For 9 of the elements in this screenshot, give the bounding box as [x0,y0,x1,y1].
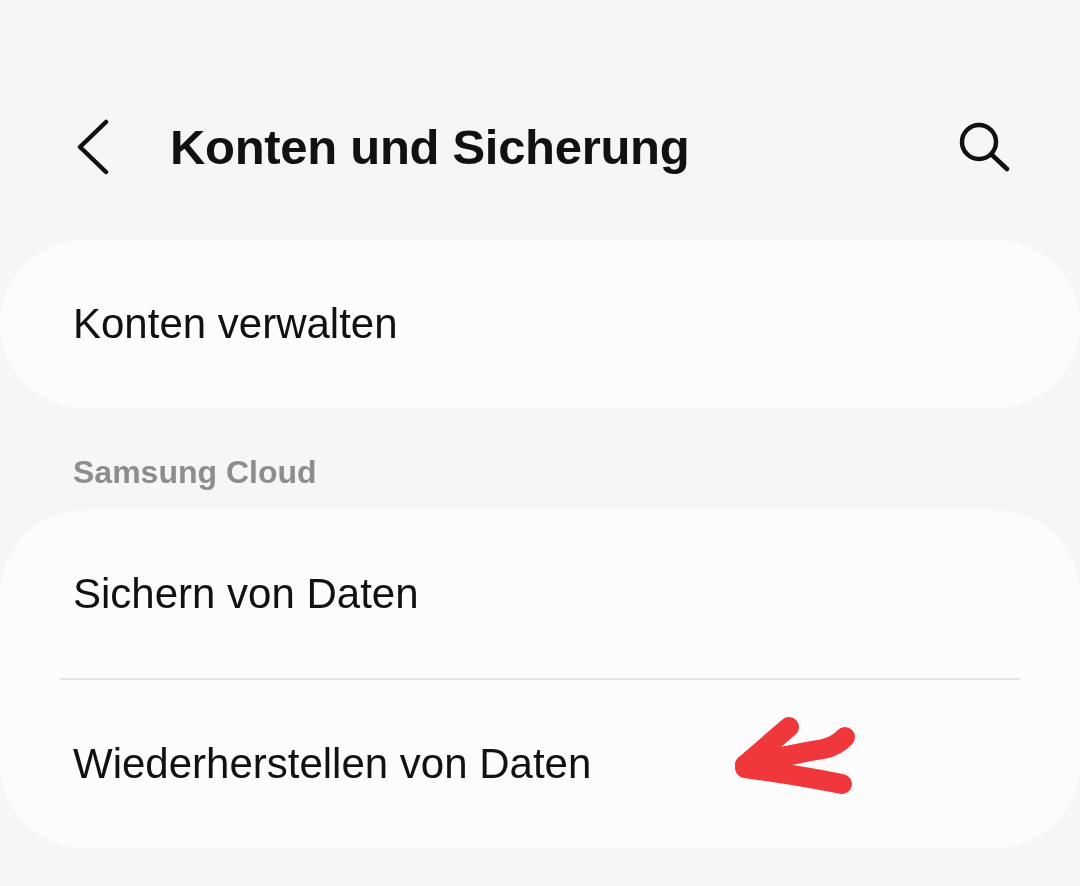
section-heading: Samsung Cloud [72,453,318,492]
back-icon [76,119,110,175]
search-icon [958,122,1010,172]
settings-item[interactable]: Konten verwalten [0,240,1080,408]
search-button[interactable] [958,122,1010,172]
back-button[interactable] [76,119,110,175]
settings-item[interactable]: Wiederherstellen von Daten [0,680,1080,848]
settings-item[interactable]: Sichern von Daten [0,510,1080,678]
page-title: Konten und Sicherung [170,119,690,175]
